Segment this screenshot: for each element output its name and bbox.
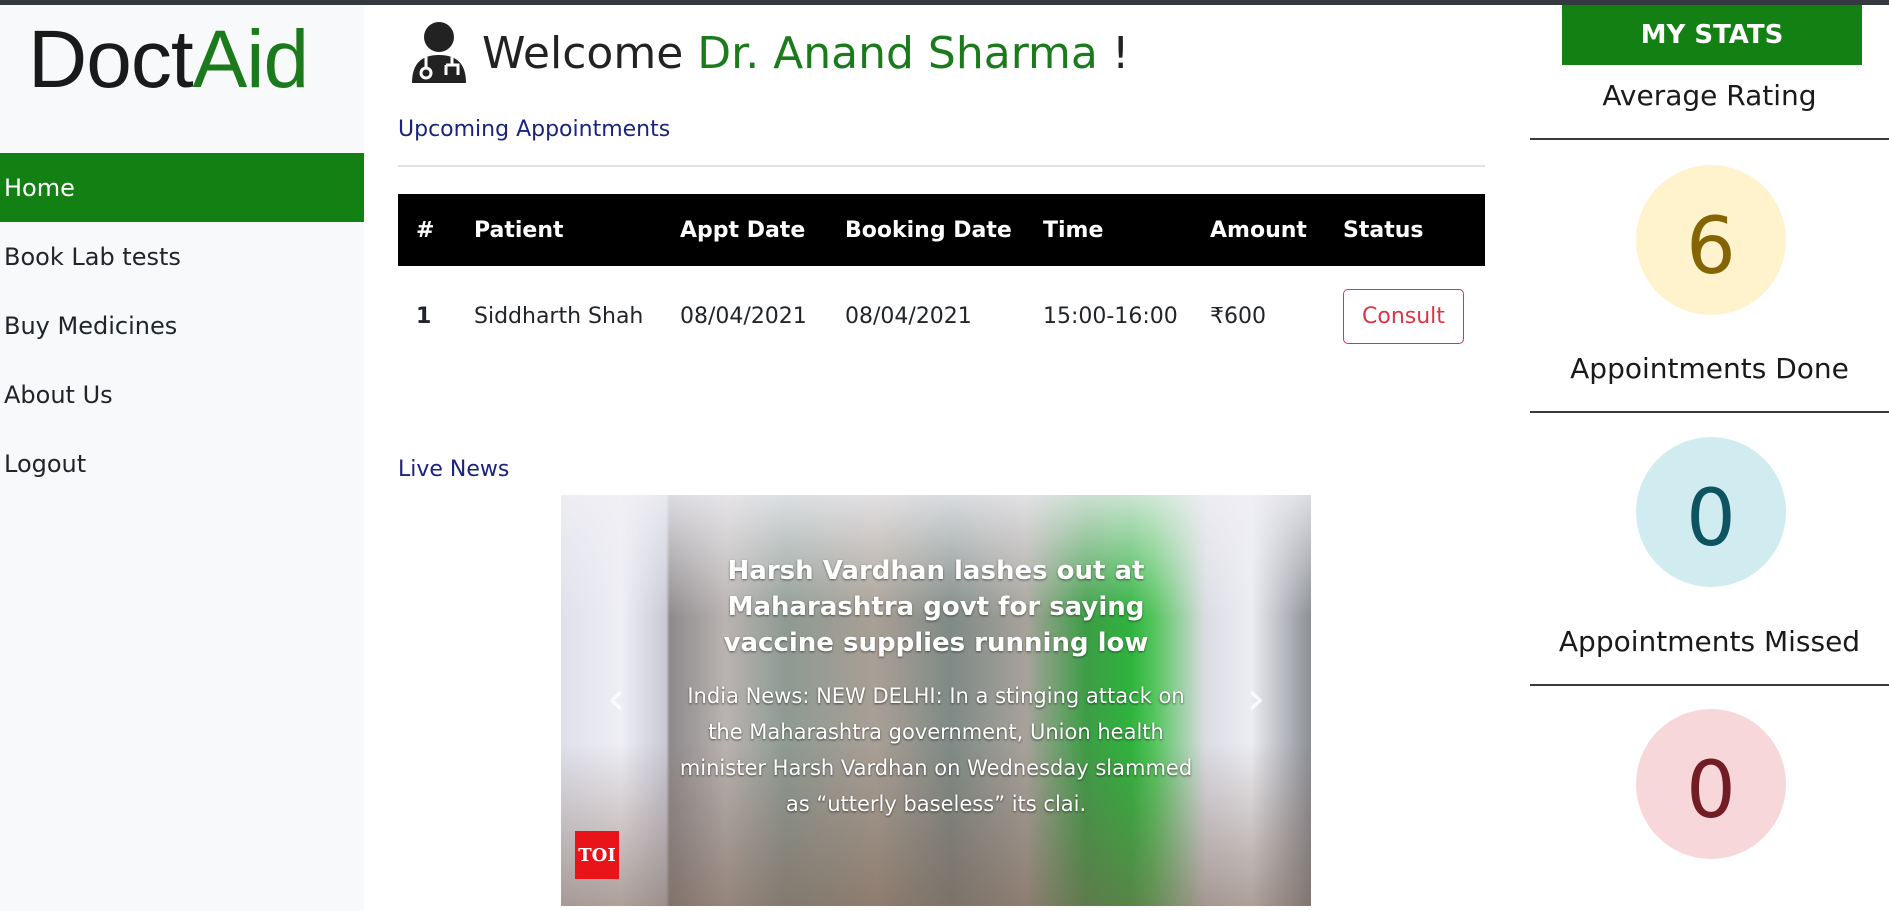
cell-amount: ₹600 <box>1210 303 1266 329</box>
stat-divider <box>1530 684 1889 686</box>
column-header-booking-date: Booking Date <box>827 194 1025 266</box>
table-header-row: # Patient Appt Date Booking Date Time Am… <box>398 194 1485 266</box>
divider <box>398 165 1485 167</box>
stat-value-average-rating: 6 <box>1636 165 1786 315</box>
welcome-title: Welcome Dr. Anand Sharma ! <box>482 28 1129 79</box>
stats-panel: MY STATS Average Rating 6 Appointments D… <box>1530 5 1889 911</box>
sidebar-item-about-us[interactable]: About Us <box>0 360 364 429</box>
sidebar: DoctAid Home Book Lab tests Buy Medicine… <box>0 5 364 911</box>
sidebar-item-logout[interactable]: Logout <box>0 429 364 498</box>
cell-patient: Siddharth Shah <box>474 303 644 329</box>
column-header-patient: Patient <box>456 194 662 266</box>
sidebar-item-buy-medicines[interactable]: Buy Medicines <box>0 291 364 360</box>
consult-button[interactable]: Consult <box>1343 288 1464 344</box>
doctor-name: Dr. Anand Sharma <box>697 27 1098 79</box>
logo-text-aid: Aid <box>192 14 310 105</box>
sidebar-nav: Home Book Lab tests Buy Medicines About … <box>0 153 364 498</box>
column-header-appt-date: Appt Date <box>662 194 827 266</box>
cell-appt-date: 08/04/2021 <box>680 303 807 329</box>
cell-booking-date: 08/04/2021 <box>845 303 972 329</box>
chevron-left-icon[interactable]: ‹ <box>601 675 631 721</box>
appointments-table: # Patient Appt Date Booking Date Time Am… <box>398 194 1485 366</box>
stat-divider <box>1530 411 1889 413</box>
sidebar-item-book-lab-tests[interactable]: Book Lab tests <box>0 222 364 291</box>
news-headline[interactable]: Harsh Vardhan lashes out at Maharashtra … <box>681 553 1191 661</box>
app-logo[interactable]: DoctAid <box>28 19 309 101</box>
stat-value-appointments-missed: 0 <box>1636 709 1786 859</box>
column-header-amount: Amount <box>1192 194 1325 266</box>
column-header-time: Time <box>1025 194 1192 266</box>
upcoming-appointments-title: Upcoming Appointments <box>398 117 671 142</box>
news-summary: India News: NEW DELHI: In a stinging att… <box>679 684 1193 816</box>
stat-divider <box>1530 138 1889 140</box>
welcome-word: Welcome <box>482 27 684 79</box>
welcome-exclamation: ! <box>1111 27 1130 79</box>
table-row: 1 Siddharth Shah 08/04/2021 08/04/2021 1… <box>398 266 1485 366</box>
stats-header: MY STATS <box>1562 5 1862 65</box>
cell-time: 15:00-16:00 <box>1043 303 1178 329</box>
doctor-icon <box>412 22 466 83</box>
chevron-right-icon[interactable]: › <box>1241 675 1271 721</box>
column-header-index: # <box>398 194 456 266</box>
sidebar-item-home[interactable]: Home <box>0 153 364 222</box>
live-news-title: Live News <box>398 457 510 482</box>
main-content: Welcome Dr. Anand Sharma ! Upcoming Appo… <box>364 5 1530 911</box>
news-source-badge: TOI <box>575 831 619 879</box>
stat-value-appointments-done: 0 <box>1636 437 1786 587</box>
welcome-header: Welcome Dr. Anand Sharma ! <box>408 21 1129 85</box>
logo-text-doct: Doct <box>28 14 194 105</box>
cell-index: 1 <box>416 303 432 329</box>
news-carousel[interactable]: Harsh Vardhan lashes out at Maharashtra … <box>561 495 1311 906</box>
stat-label-appointments-missed: Appointments Missed <box>1558 625 1861 658</box>
stat-label-appointments-done: Appointments Done <box>1570 352 1849 385</box>
column-header-status: Status <box>1325 194 1485 266</box>
stat-label-average-rating: Average Rating <box>1602 79 1817 112</box>
cell-status: Consult <box>1325 266 1485 366</box>
